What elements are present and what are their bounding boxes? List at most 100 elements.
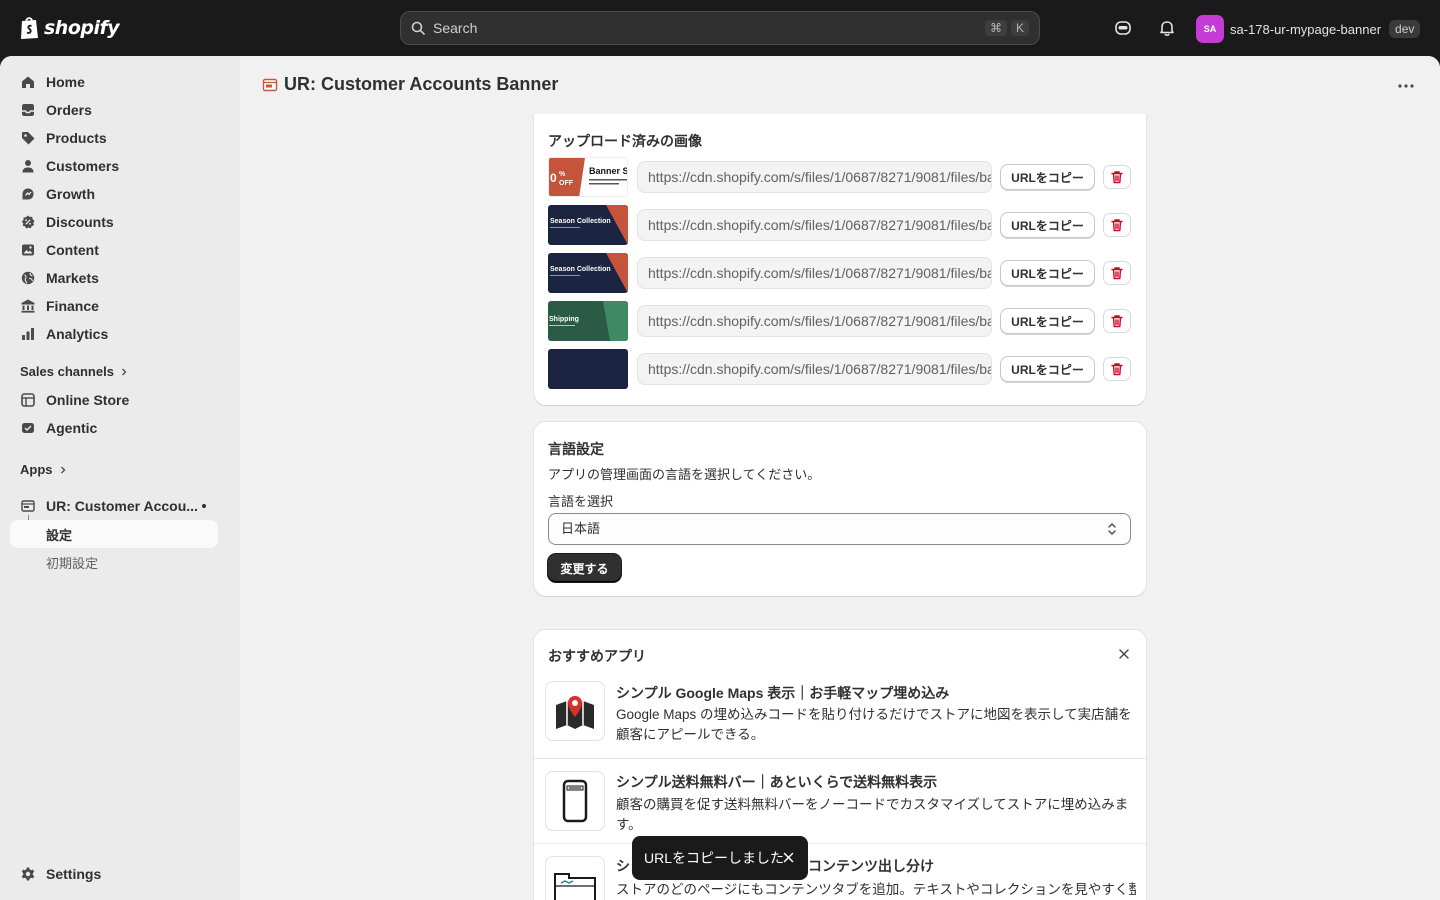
banner-thumbnail: Shipping: [548, 301, 628, 341]
toast-notification: URLをコピーしました: [632, 836, 808, 880]
account-menu[interactable]: SA sa-178-ur-mypage-banner dev: [1196, 15, 1421, 43]
svg-text:Season Collection: Season Collection: [550, 266, 611, 273]
banner-thumbnail-art: Season Collection: [550, 253, 628, 293]
sidebar-item-label: Customers: [46, 158, 120, 174]
app-description: ストアのどのページにもコンテンツタブを追加。テキストやコレクションを見やすく整理: [616, 882, 1136, 897]
delete-button[interactable]: [1103, 309, 1131, 333]
app-name: シンプル Google Maps 表示｜お手軽マップ埋め込み: [616, 685, 950, 701]
apps-header[interactable]: Apps: [20, 462, 67, 477]
sidebar-item-label: Orders: [46, 102, 92, 118]
search-bar[interactable]: Search ⌘ K: [400, 11, 1040, 45]
sidebar-item-home[interactable]: Home: [10, 68, 218, 96]
assistant-icon[interactable]: [1113, 18, 1133, 38]
close-icon[interactable]: [1118, 648, 1130, 660]
language-select-label: 言語を選択: [548, 494, 614, 509]
sidebar-item-content[interactable]: Content: [10, 236, 218, 264]
shortcut-key: K: [1010, 20, 1029, 36]
sidebar-item-label: Home: [46, 74, 85, 90]
discount-icon: [21, 215, 35, 229]
phone-icon: [545, 771, 605, 831]
image-url-field[interactable]: https://cdn.shopify.com/s/files/1/0687/8…: [637, 353, 992, 385]
page-header: UR: Customer Accounts Banner: [240, 56, 1440, 114]
copy-url-button[interactable]: URLをコピー: [1000, 212, 1095, 238]
env-badge: dev: [1389, 20, 1421, 38]
select-arrows-icon: [1108, 523, 1116, 535]
recommended-app-item[interactable]: シンプル送料無料バー｜あといくらで送料無料表示 顧客の購買を促す送料無料バーをノ…: [534, 758, 1146, 843]
copy-url-button[interactable]: URLをコピー: [1000, 308, 1095, 334]
sidebar-item-finance[interactable]: Finance: [10, 292, 218, 320]
sidebar-item-label: UR: Customer Accou...: [46, 498, 198, 514]
sidebar-item-agentic[interactable]: Agentic: [10, 414, 218, 442]
image-row: % OFF 0 Banner S https://cdn.shopify.com…: [548, 157, 1132, 197]
sidebar-item-discounts[interactable]: Discounts: [10, 208, 218, 236]
toast-message: URLをコピーしました: [644, 850, 785, 866]
app-menu-dot[interactable]: [202, 504, 206, 508]
svg-text:Season Collection: Season Collection: [550, 218, 611, 225]
sidebar-item-label: Discounts: [46, 214, 114, 230]
sales-channels-label: Sales channels: [20, 364, 114, 379]
image-url-field[interactable]: https://cdn.shopify.com/s/files/1/0687/8…: [637, 305, 992, 337]
sidebar-item-markets[interactable]: Markets: [10, 264, 218, 292]
sidebar-item-settings[interactable]: Settings: [10, 860, 218, 888]
copy-url-button[interactable]: URLをコピー: [1000, 356, 1095, 382]
copy-url-button[interactable]: URLをコピー: [1000, 164, 1095, 190]
uploaded-images-card: アップロード済みの画像 % OFF 0 Banner S https://cdn…: [534, 96, 1146, 405]
app-name-start: シ: [616, 858, 630, 874]
page-title-text: UR: Customer Accounts Banner: [284, 74, 559, 94]
delete-button[interactable]: [1103, 261, 1131, 285]
recommended-app-item[interactable]: シンプル Google Maps 表示｜お手軽マップ埋め込み Google Ma…: [534, 674, 1146, 758]
sales-channels-header[interactable]: Sales channels: [20, 364, 128, 379]
avatar: SA: [1196, 15, 1224, 43]
store-icon: [21, 393, 35, 407]
image-url-field[interactable]: https://cdn.shopify.com/s/files/1/0687/8…: [637, 209, 992, 241]
change-language-button[interactable]: 変更する: [548, 554, 621, 582]
language-settings-card: 言語設定 アプリの管理画面の言語を選択してください。 言語を選択 日本語 変更す…: [534, 422, 1146, 596]
banner-thumbnail: % OFF 0 Banner S: [548, 157, 628, 197]
sidebar-item-app[interactable]: UR: Customer Accou...: [10, 492, 218, 520]
app-description: 顧客の購買を促す送料無料バーをノーコードでカスタマイズしてストアに埋め込みます。: [616, 797, 1129, 832]
trash-icon: [1111, 219, 1123, 232]
more-options-icon[interactable]: [1396, 76, 1416, 96]
sidebar-item-label: Settings: [46, 866, 102, 882]
bell-icon[interactable]: [1157, 18, 1177, 38]
sidebar-item-label: Markets: [46, 270, 99, 286]
sidebar-item-customers[interactable]: Customers: [10, 152, 218, 180]
chevron-right-icon: [60, 466, 65, 473]
sidebar-subitem-label: 設定: [46, 527, 73, 543]
close-icon[interactable]: [783, 852, 794, 863]
delete-button[interactable]: [1103, 357, 1131, 381]
copy-url-button[interactable]: URLをコピー: [1000, 260, 1095, 286]
svg-text:Shipping: Shipping: [549, 316, 579, 323]
banner-thumbnail-art: Season Collection: [550, 205, 628, 245]
image-url-field[interactable]: https://cdn.shopify.com/s/files/1/0687/8…: [637, 257, 992, 289]
search-placeholder: Search: [433, 20, 478, 36]
logo-text: shopify: [44, 16, 120, 39]
svg-text:%: %: [559, 171, 566, 178]
shopify-logo[interactable]: shopify: [19, 15, 120, 40]
sidebar-item-analytics[interactable]: Analytics: [10, 320, 218, 348]
tab-content-icon: [545, 856, 605, 900]
sidebar-item-label: Online Store: [46, 392, 130, 408]
gear-icon: [21, 867, 35, 881]
sidebar-item-growth[interactable]: Growth: [10, 180, 218, 208]
app-description: Google Maps の埋め込みコードを貼り付けるだけでストアに地図を表示して…: [616, 707, 1132, 742]
sidebar-subitem-label: 初期設定: [46, 555, 99, 571]
sidebar-subitem-settings[interactable]: 設定: [10, 520, 218, 548]
recommended-app-item[interactable]: シ手軽コンテンツ出し分け ストアのどのページにもコンテンツタブを追加。テキストや…: [534, 843, 1146, 900]
sidebar-item-label: Analytics: [46, 326, 109, 342]
image-url-field[interactable]: https://cdn.shopify.com/s/files/1/0687/8…: [637, 161, 992, 193]
svg-text:0: 0: [550, 171, 557, 185]
delete-button[interactable]: [1103, 165, 1131, 189]
sidebar-subitem-initial-setup[interactable]: 初期設定: [10, 548, 218, 576]
shopify-bag-icon: [21, 17, 38, 39]
sidebar-item-products[interactable]: Products: [10, 124, 218, 152]
sidebar-item-online-store[interactable]: Online Store: [10, 386, 218, 414]
language-selected-value: 日本語: [561, 521, 601, 536]
banner-thumbnail-art: % OFF 0 Banner S: [549, 158, 627, 196]
delete-button[interactable]: [1103, 213, 1131, 237]
apps-label: Apps: [20, 462, 53, 477]
content-icon: [22, 244, 34, 256]
language-select[interactable]: 日本語: [548, 513, 1131, 545]
orders-icon: [22, 104, 34, 116]
sidebar-item-orders[interactable]: Orders: [10, 96, 218, 124]
